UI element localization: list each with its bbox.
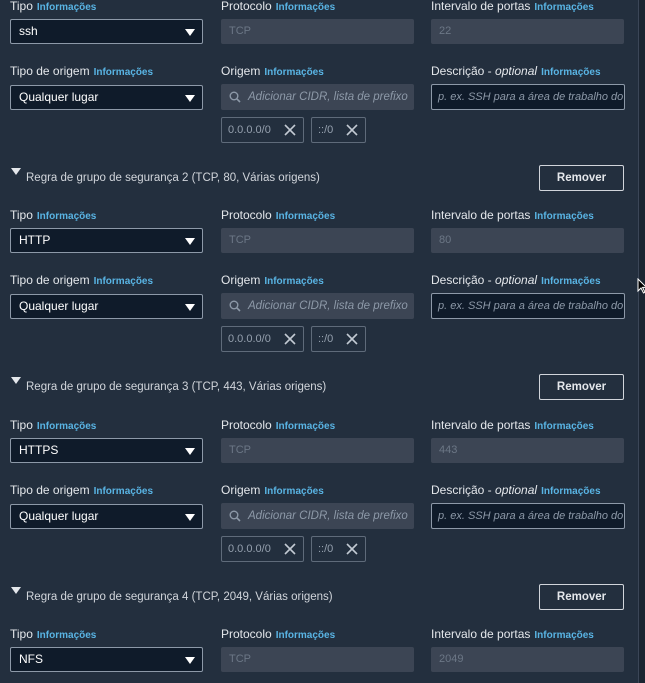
info-link[interactable]: Informações [534,2,593,13]
rule-section-title: Regra de grupo de segurança 2 (TCP, 80, … [26,172,320,184]
info-link[interactable]: Informações [37,211,96,222]
port-range-label: Intervalo de portas Informações [431,0,594,13]
description-label: Descrição - optional Informações [431,64,601,78]
source-type-label: Tipo de origem Informações [10,483,154,497]
remove-token-icon[interactable] [283,332,297,346]
info-link[interactable]: Informações [264,276,323,287]
rule-section-title: Regra de grupo de segurança 4 (TCP, 2049… [26,591,333,603]
type-select[interactable]: HTTP [10,228,203,253]
cidr-search-input[interactable]: Adicionar CIDR, lista de prefixo [221,84,414,110]
port-range-field: 2049 [431,647,624,672]
protocol-label: Protocolo Informações [221,418,336,432]
description-input[interactable]: p. ex. SSH para a área de trabalho do [431,293,625,319]
source-type-label: Tipo de origem Informações [10,273,154,287]
type-label: Tipo Informações [10,627,97,641]
info-link[interactable]: Informações [541,486,600,497]
description-input[interactable]: p. ex. SSH para a área de trabalho do [431,84,625,110]
search-icon [229,510,241,522]
info-link[interactable]: Informações [541,276,600,287]
cidr-token-ipv6: ::/0 [311,536,366,562]
port-range-field: 443 [431,438,624,463]
security-group-rules-panel: Tipo Informações Protocolo Informações Int… [0,0,638,683]
source-label: Origem Informações [221,64,324,78]
scrollbar[interactable] [638,0,645,683]
port-range-field: 22 [431,19,624,44]
cidr-token-ipv6: ::/0 [311,117,366,143]
caret-down-icon [185,657,195,664]
port-range-label: Intervalo de portas Informações [431,208,594,222]
rule-section-title: Regra de grupo de segurança 3 (TCP, 443,… [26,381,327,393]
info-link[interactable]: Informações [37,421,96,432]
protocol-label: Protocolo Informações [221,208,336,222]
cidr-token-ipv4: 0.0.0.0/0 [221,536,304,562]
info-link[interactable]: Informações [94,276,153,287]
source-type-select[interactable]: Qualquer lugar [10,504,203,529]
search-icon [229,300,241,312]
port-range-field: 80 [431,228,624,253]
source-type-label: Tipo de origem Informações [10,64,154,78]
info-link[interactable]: Informações [534,630,593,641]
caret-down-icon [185,514,195,521]
type-label: Tipo Informações [10,208,97,222]
protocol-label: Protocolo Informações [221,627,336,641]
remove-token-icon[interactable] [345,542,359,556]
cidr-token-ipv4: 0.0.0.0/0 [221,326,304,352]
type-select[interactable]: ssh [10,19,203,44]
protocol-field: TCP [221,647,414,672]
info-link[interactable]: Informações [37,2,96,13]
info-link[interactable]: Informações [37,630,96,641]
info-link[interactable]: Informações [541,67,600,78]
source-label: Origem Informações [221,273,324,287]
cidr-token-ipv6: ::/0 [311,326,366,352]
info-link[interactable]: Informações [276,421,335,432]
source-type-select[interactable]: Qualquer lugar [10,294,203,319]
caret-down-icon [185,448,195,455]
info-link[interactable]: Informações [94,67,153,78]
description-input[interactable]: p. ex. SSH para a área de trabalho do [431,503,625,529]
source-label: Origem Informações [221,483,324,497]
protocol-label: Protocolo Informações [221,0,336,13]
source-type-select[interactable]: Qualquer lugar [10,85,203,110]
type-label: Tipo Informações [10,0,97,13]
protocol-field: TCP [221,19,414,44]
mouse-pointer-icon [637,278,645,294]
cidr-token-ipv4: 0.0.0.0/0 [221,117,304,143]
description-label: Descrição - optional Informações [431,273,601,287]
type-select[interactable]: NFS [10,647,203,672]
caret-down-icon [185,238,195,245]
search-icon [229,91,241,103]
caret-down-icon [185,95,195,102]
info-link[interactable]: Informações [264,486,323,497]
info-link[interactable]: Informações [264,67,323,78]
port-range-label: Intervalo de portas Informações [431,418,594,432]
cidr-search-input[interactable]: Adicionar CIDR, lista de prefixo [221,293,414,319]
remove-rule-button[interactable]: Remover [539,165,624,191]
collapse-caret-icon[interactable] [11,587,21,594]
remove-rule-button[interactable]: Remover [539,584,624,610]
collapse-caret-icon[interactable] [11,377,21,384]
info-link[interactable]: Informações [276,211,335,222]
remove-token-icon[interactable] [345,332,359,346]
cidr-search-input[interactable]: Adicionar CIDR, lista de prefixo [221,503,414,529]
remove-rule-button[interactable]: Remover [539,374,624,400]
info-link[interactable]: Informações [94,486,153,497]
type-label: Tipo Informações [10,418,97,432]
port-range-label: Intervalo de portas Informações [431,627,594,641]
protocol-field: TCP [221,438,414,463]
caret-down-icon [185,29,195,36]
info-link[interactable]: Informações [276,630,335,641]
remove-token-icon[interactable] [283,542,297,556]
remove-token-icon[interactable] [283,123,297,137]
type-select[interactable]: HTTPS [10,438,203,463]
collapse-caret-icon[interactable] [11,168,21,175]
description-label: Descrição - optional Informações [431,483,601,497]
remove-token-icon[interactable] [345,123,359,137]
caret-down-icon [185,304,195,311]
info-link[interactable]: Informações [534,421,593,432]
protocol-field: TCP [221,228,414,253]
info-link[interactable]: Informações [534,211,593,222]
info-link[interactable]: Informações [276,2,335,13]
